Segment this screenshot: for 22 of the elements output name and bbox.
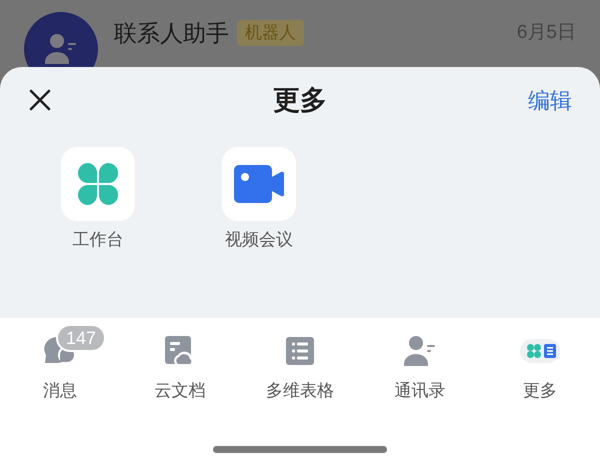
contact-name: 联系人助手	[114, 19, 229, 48]
sheet-title: 更多	[273, 84, 327, 117]
apps-icon	[520, 339, 560, 363]
app-label: 工作台	[72, 229, 124, 251]
app-label: 视频会议	[225, 229, 293, 251]
list-icon	[285, 336, 315, 366]
video-camera-icon	[234, 165, 284, 203]
close-icon	[29, 89, 51, 111]
unread-badge: 147	[56, 324, 106, 352]
clover-icon	[75, 161, 121, 207]
tab-bar-item[interactable]: 消息 147	[0, 322, 120, 404]
tab-bar-item[interactable]: 多维表格	[240, 322, 360, 404]
tab-bar-item[interactable]: 通讯录	[360, 322, 480, 404]
tab-bar-item[interactable]: 云文档	[120, 322, 240, 404]
person-icon	[44, 33, 78, 65]
person-icon	[403, 335, 437, 367]
app-shortcut[interactable]: 视频会议	[209, 147, 309, 252]
bot-tag: 机器人	[237, 20, 304, 46]
tab-bar-item[interactable]: 更多	[480, 322, 600, 404]
close-button[interactable]	[28, 88, 52, 112]
app-shortcut[interactable]: 工作台	[48, 147, 148, 252]
edit-button[interactable]: 编辑	[528, 84, 572, 116]
